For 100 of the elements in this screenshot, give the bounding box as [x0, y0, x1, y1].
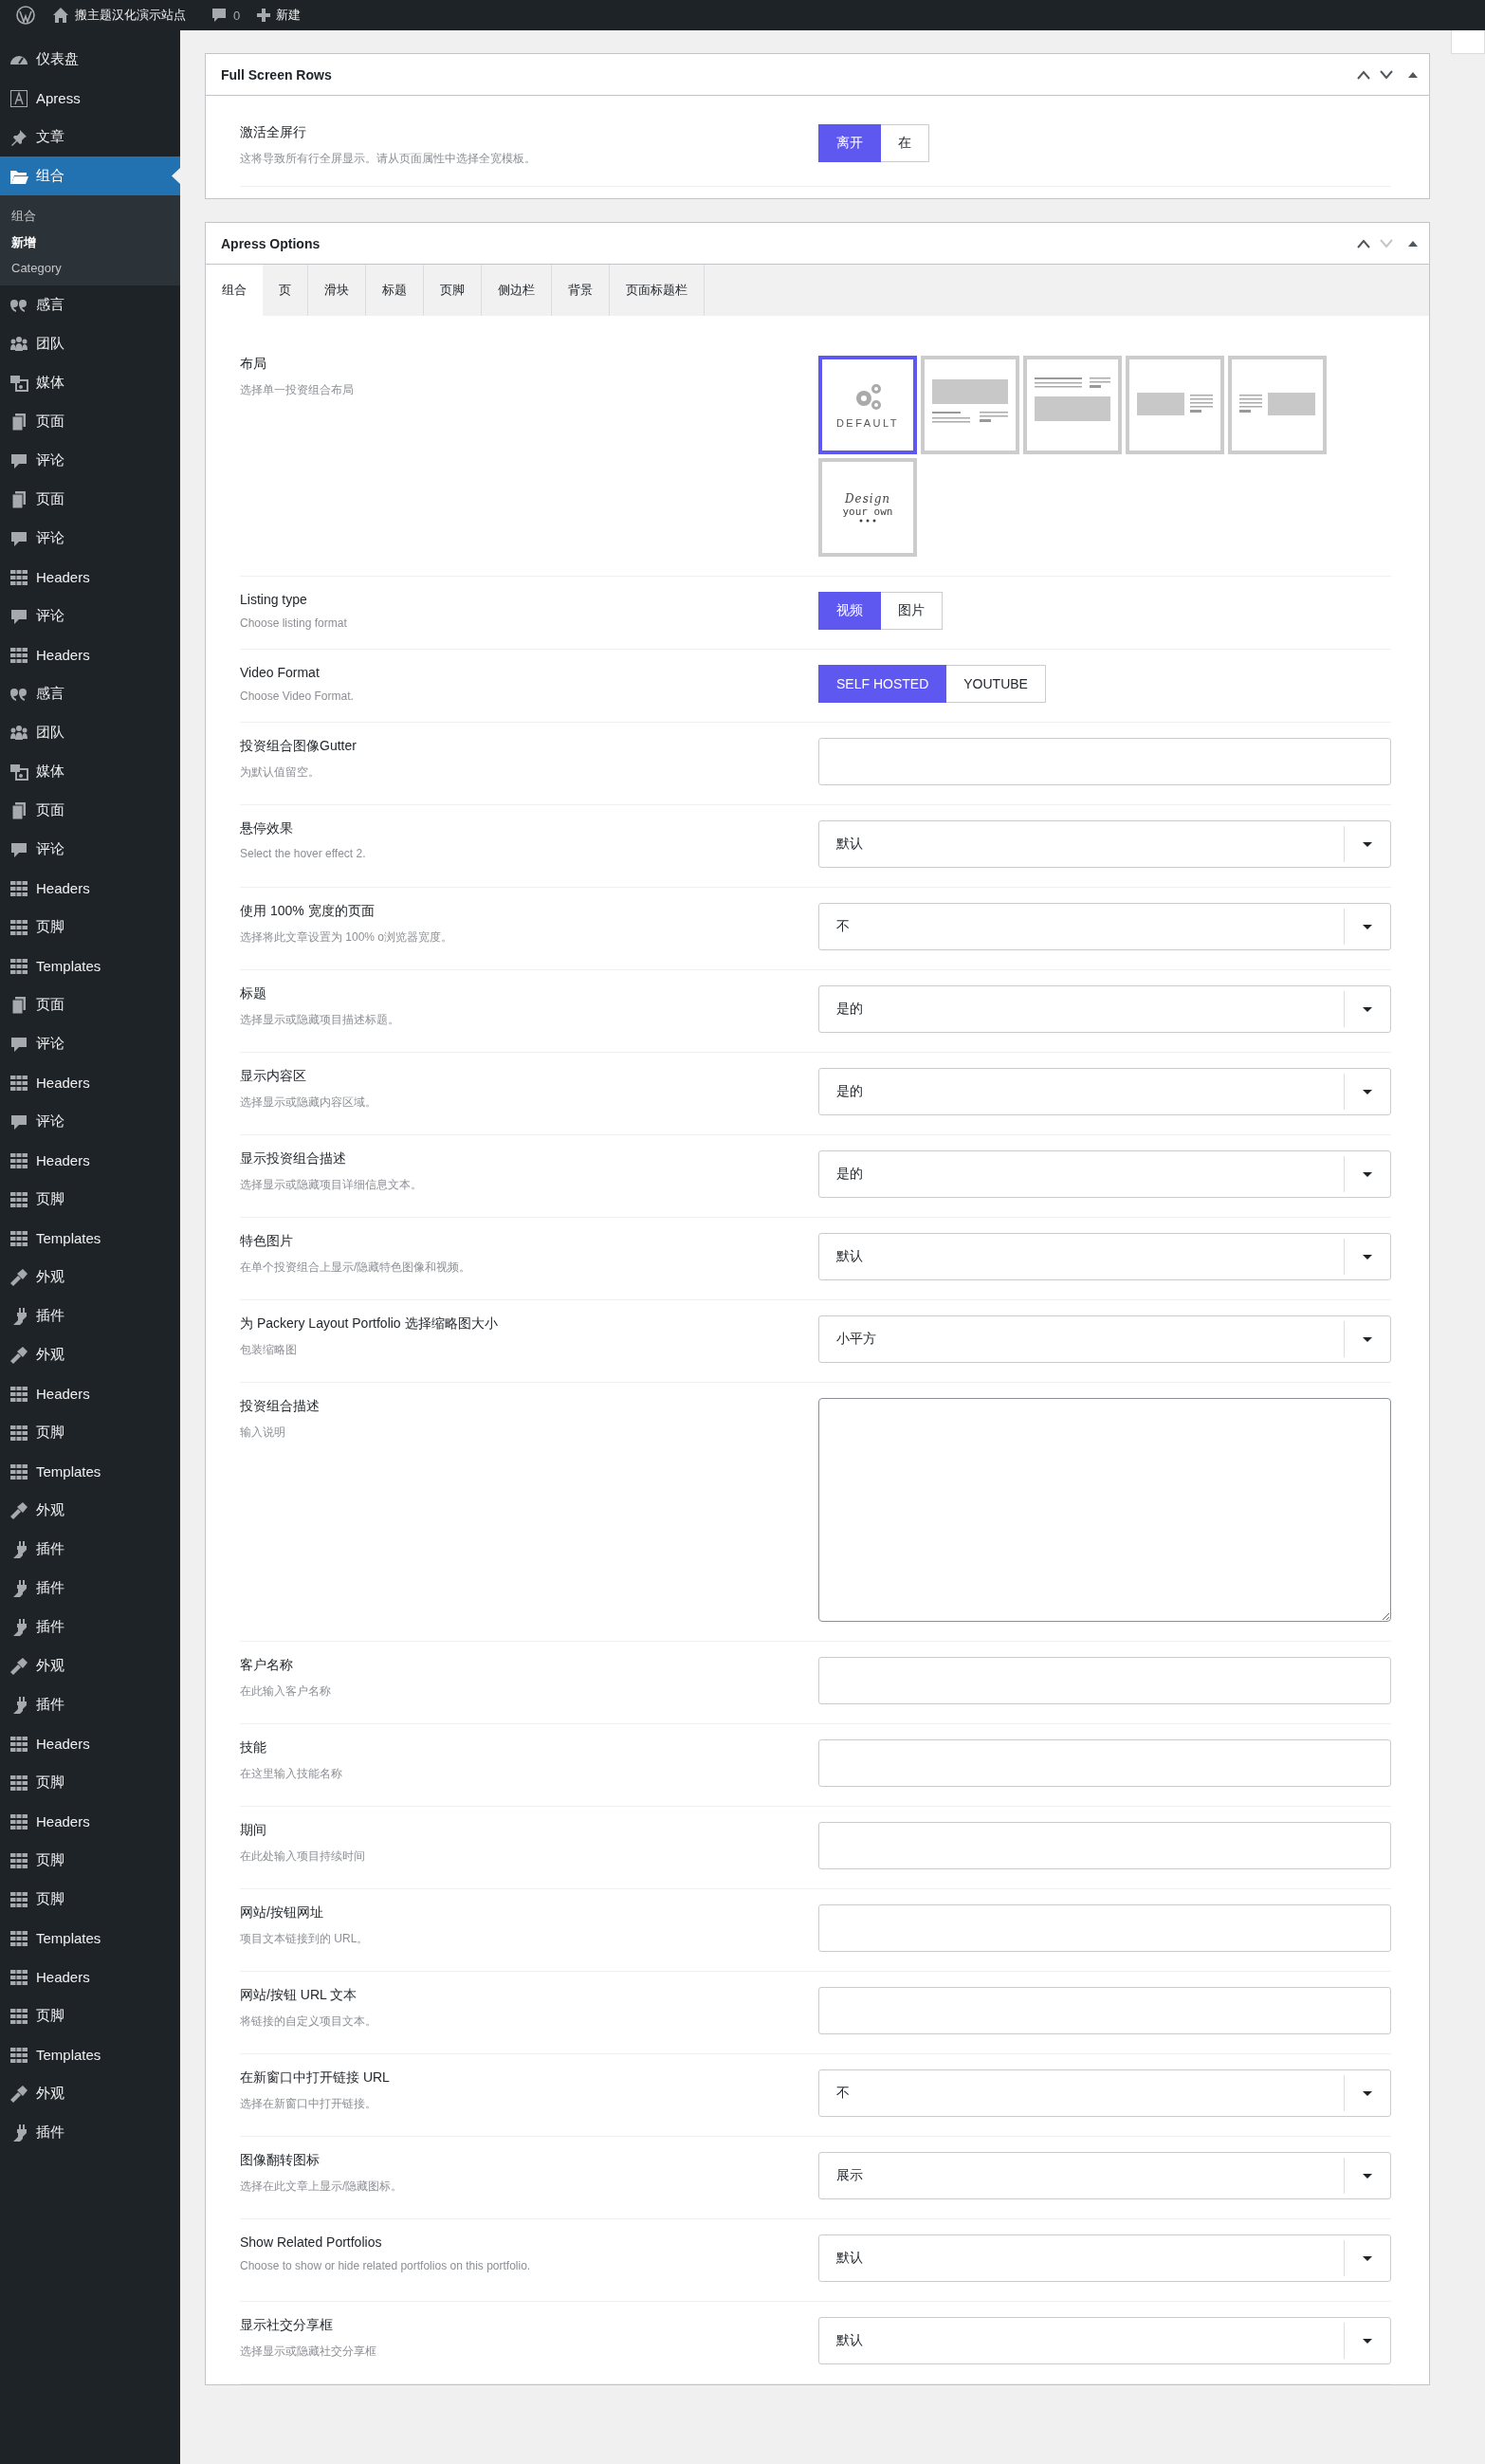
layout-option[interactable]	[1023, 356, 1122, 454]
text-field[interactable]	[818, 1987, 1391, 2034]
sidebar-item[interactable]: Templates	[0, 1919, 180, 1958]
text-field[interactable]	[818, 1657, 1391, 1704]
sidebar-item[interactable]: 页脚	[0, 908, 180, 947]
sidebar-item[interactable]: 感言	[0, 674, 180, 713]
sidebar-item[interactable]: 插件	[0, 1530, 180, 1569]
sidebar-item[interactable]: Headers	[0, 1141, 180, 1180]
toggle-button[interactable]: SELF HOSTED	[818, 665, 947, 703]
plus-icon	[257, 9, 271, 22]
layout-option[interactable]	[921, 356, 1019, 454]
sidebar-item[interactable]: 评论	[0, 1024, 180, 1063]
new-link[interactable]: 新建	[248, 0, 310, 30]
sidebar-item[interactable]: 外观	[0, 1491, 180, 1530]
sidebar-item[interactable]: Templates	[0, 1452, 180, 1491]
sidebar-item[interactable]: 插件	[0, 2113, 180, 2152]
sidebar-item[interactable]: 外观	[0, 2074, 180, 2113]
sidebar-item[interactable]: 页脚	[0, 1880, 180, 1919]
text-field[interactable]	[818, 738, 1391, 785]
field-description: 选择在新窗口中打开链接。	[240, 2096, 377, 2112]
select-field[interactable]: 小平方	[818, 1315, 1391, 1363]
toggle-button[interactable]: 离开	[818, 124, 881, 162]
sidebar-item[interactable]: 外观	[0, 1258, 180, 1296]
sidebar-item[interactable]: 团队	[0, 324, 180, 363]
table-icon	[9, 1889, 28, 1909]
sidebar-item[interactable]: 插件	[0, 1296, 180, 1335]
chevron-up-icon[interactable]	[1357, 69, 1370, 80]
tab[interactable]: 组合	[206, 265, 263, 316]
sidebar-item[interactable]: 页脚	[0, 1996, 180, 2035]
sidebar-item[interactable]: 页面	[0, 402, 180, 441]
toggle-button[interactable]: 视频	[818, 592, 881, 630]
sidebar-item[interactable]: 媒体	[0, 363, 180, 402]
sidebar-item[interactable]: Headers	[0, 1724, 180, 1763]
submenu-item[interactable]: Category	[0, 256, 73, 280]
select-field[interactable]: 是的	[818, 1150, 1391, 1198]
select-field[interactable]: 默认	[818, 1233, 1391, 1280]
sidebar-item[interactable]: 评论	[0, 830, 180, 869]
sidebar-item[interactable]: Headers	[0, 1958, 180, 1996]
site-name-link[interactable]: 搬主题汉化演示站点	[44, 0, 194, 30]
sidebar-item[interactable]: 插件	[0, 1608, 180, 1646]
sidebar-item[interactable]: 仪表盘	[0, 40, 180, 79]
chevron-down-icon[interactable]	[1380, 69, 1393, 80]
sidebar-item[interactable]: 页面	[0, 985, 180, 1024]
collapse-icon[interactable]	[1408, 70, 1418, 79]
sidebar-item[interactable]: 页面	[0, 791, 180, 830]
sidebar-item[interactable]: 插件	[0, 1685, 180, 1724]
sidebar-item[interactable]: 页脚	[0, 1413, 180, 1452]
layout-option[interactable]: Design your own	[818, 458, 917, 557]
table-icon	[9, 1189, 28, 1209]
sidebar-item[interactable]: 组合	[0, 156, 180, 195]
sidebar-item[interactable]: Templates	[0, 2035, 180, 2074]
text-area[interactable]	[818, 1398, 1391, 1622]
layout-option[interactable]	[1126, 356, 1224, 454]
sidebar-item[interactable]: Headers	[0, 558, 180, 597]
sidebar-item[interactable]: 评论	[0, 441, 180, 480]
select-field[interactable]: 默认	[818, 820, 1391, 868]
sidebar-item[interactable]: Headers	[0, 635, 180, 674]
sidebar-item[interactable]: 评论	[0, 519, 180, 558]
select-field[interactable]: 不	[818, 903, 1391, 950]
table-icon	[9, 1850, 28, 1870]
select-field[interactable]: 默认	[818, 2317, 1391, 2364]
select-field[interactable]: 是的	[818, 985, 1391, 1033]
sidebar-item[interactable]: 插件	[0, 1569, 180, 1608]
sidebar-item[interactable]: 页脚	[0, 1841, 180, 1880]
sidebar-item[interactable]: 页面	[0, 480, 180, 519]
toggle-button[interactable]: YOUTUBE	[946, 665, 1046, 703]
sidebar-item[interactable]: Headers	[0, 1063, 180, 1102]
submenu-item[interactable]: 新增	[0, 230, 47, 256]
text-field[interactable]	[818, 1739, 1391, 1787]
chevron-up-icon[interactable]	[1357, 238, 1370, 248]
text-field[interactable]	[818, 1822, 1391, 1869]
layout-option[interactable]: DEFAULT	[818, 356, 917, 454]
sidebar-item[interactable]: 页脚	[0, 1180, 180, 1219]
text-field[interactable]	[818, 1904, 1391, 1952]
sidebar-item[interactable]: Headers	[0, 1374, 180, 1413]
sidebar-item[interactable]: Headers	[0, 869, 180, 908]
sidebar-item[interactable]: 页脚	[0, 1763, 180, 1802]
sidebar-item[interactable]: 评论	[0, 1102, 180, 1141]
layout-option[interactable]	[1228, 356, 1327, 454]
sidebar-item[interactable]: 媒体	[0, 752, 180, 791]
sidebar-item[interactable]: Templates	[0, 1219, 180, 1258]
select-field[interactable]: 展示	[818, 2152, 1391, 2199]
sidebar-item[interactable]: Templates	[0, 947, 180, 985]
toggle-button[interactable]: 图片	[881, 592, 943, 630]
submenu-item[interactable]: 组合	[0, 203, 47, 230]
sidebar-item[interactable]: Apress	[0, 79, 180, 118]
select-field[interactable]: 默认	[818, 2234, 1391, 2282]
toggle-button[interactable]: 在	[881, 124, 929, 162]
select-field[interactable]: 不	[818, 2069, 1391, 2117]
collapse-icon[interactable]	[1408, 239, 1418, 248]
sidebar-item[interactable]: 感言	[0, 285, 180, 324]
sidebar-item[interactable]: Headers	[0, 1802, 180, 1841]
select-field[interactable]: 是的	[818, 1068, 1391, 1115]
sidebar-item[interactable]: 文章	[0, 118, 180, 156]
screen-options-tab[interactable]	[1451, 30, 1485, 54]
sidebar-item[interactable]: 团队	[0, 713, 180, 752]
comments-link[interactable]: 0	[202, 0, 249, 30]
sidebar-item[interactable]: 外观	[0, 1646, 180, 1685]
sidebar-item[interactable]: 外观	[0, 1335, 180, 1374]
sidebar-item[interactable]: 评论	[0, 597, 180, 635]
